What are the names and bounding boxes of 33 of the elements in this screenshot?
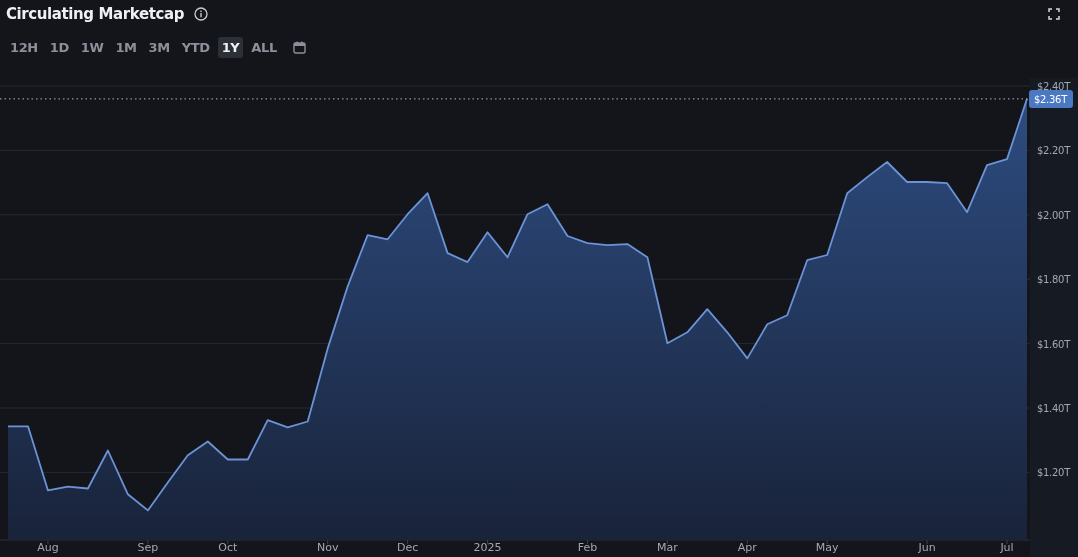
x-axis-label: Dec: [396, 541, 419, 554]
range-tab[interactable]: 1Y: [217, 37, 244, 58]
x-axis-label: Mar: [656, 541, 678, 554]
price-tag: [1029, 89, 1073, 108]
x-axis-label: Sep: [137, 541, 159, 554]
y-axis-label: $1.60T: [1037, 338, 1070, 350]
range-tab[interactable]: 3M: [144, 37, 174, 58]
y-axis-label: $2.20T: [1037, 145, 1070, 157]
range-tab[interactable]: 12H: [6, 37, 42, 58]
x-axis-label: 2025: [473, 541, 502, 554]
y-axis-label: $2.00T: [1037, 209, 1070, 221]
range-tab[interactable]: YTD: [177, 37, 214, 58]
calendar-icon[interactable]: [292, 41, 306, 54]
x-axis-label: Feb: [577, 541, 598, 554]
x-axis-label: Aug: [37, 541, 59, 554]
range-tab[interactable]: 1M: [111, 37, 141, 58]
info-icon[interactable]: [194, 7, 209, 21]
x-axis-label: May: [815, 541, 839, 554]
x-axis-label: Apr: [737, 541, 757, 554]
range-tab[interactable]: 1W: [76, 37, 108, 58]
y-axis-label: $2.40T: [1037, 81, 1070, 92]
x-axis-label: Oct: [218, 541, 238, 554]
x-axis-label: Jul: [1000, 541, 1014, 554]
chart-title: Circulating Marketcap: [6, 5, 185, 23]
x-axis-label: Jun: [918, 541, 936, 554]
price-tag-label: $2.36T: [1034, 93, 1067, 105]
x-axis-label: Nov: [316, 541, 339, 554]
fullscreen-icon[interactable]: [1048, 8, 1060, 20]
y-axis-label: $1.40T: [1037, 403, 1070, 414]
y-axis-label: $1.20T: [1037, 467, 1070, 479]
y-axis-label: $1.80T: [1037, 274, 1070, 286]
range-tab[interactable]: ALL: [247, 37, 281, 58]
range-tab[interactable]: 1D: [45, 37, 73, 58]
